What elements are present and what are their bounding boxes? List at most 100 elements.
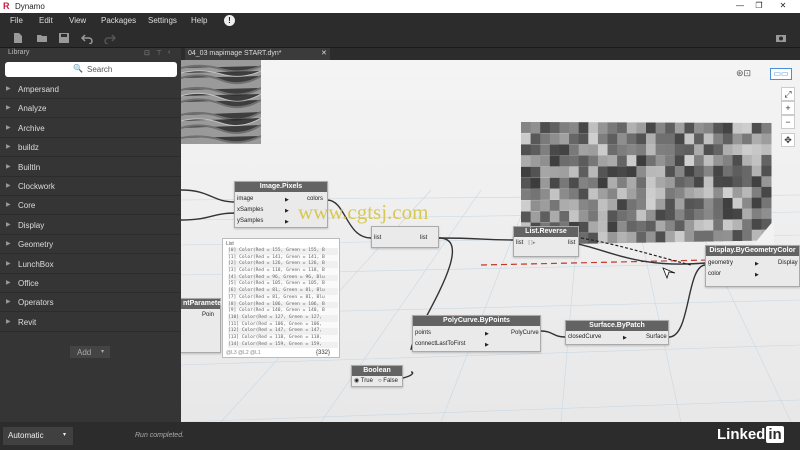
library-item[interactable]: ▶ Geometry bbox=[0, 235, 181, 255]
node-list-flatten[interactable]: list list bbox=[371, 226, 439, 248]
new-file-icon[interactable] bbox=[12, 32, 24, 44]
menu-edit[interactable]: Edit bbox=[39, 16, 53, 25]
caret-right-icon: ▶ bbox=[6, 86, 11, 92]
library-item[interactable]: ▶ Analyze bbox=[0, 99, 181, 119]
node-title: Display.ByGeometryColor bbox=[706, 246, 799, 256]
linkedin-logo: Linked in bbox=[717, 426, 784, 443]
library-filter-icon[interactable]: ⊤ bbox=[156, 49, 162, 57]
input-port-ysamples[interactable]: ySamples bbox=[237, 217, 263, 226]
node-partial-parameter[interactable]: ntParameter Poin bbox=[181, 298, 224, 353]
save-icon[interactable] bbox=[58, 32, 70, 44]
output-port-list[interactable]: list bbox=[420, 234, 427, 243]
output-port-display[interactable]: Display bbox=[778, 259, 798, 268]
library-item[interactable]: ▶ Core bbox=[0, 196, 181, 216]
preview-row: [6] Color(Red = 81, Green = 81, Blu bbox=[228, 288, 338, 295]
library-item[interactable]: ▶ Operators bbox=[0, 293, 181, 313]
output-port-list[interactable]: list bbox=[568, 239, 575, 248]
preview-row: [0] Color(Red = 155, Green = 155, B bbox=[228, 248, 338, 255]
menu-help[interactable]: Help bbox=[191, 16, 207, 25]
input-port-list[interactable]: list bbox=[516, 239, 523, 248]
library-item-label: buildz bbox=[18, 143, 39, 153]
menu-view[interactable]: View bbox=[69, 16, 86, 25]
preview-count: {332} bbox=[316, 350, 331, 356]
input-port-points[interactable]: points bbox=[415, 329, 431, 338]
close-icon[interactable]: ✕ bbox=[776, 1, 790, 12]
output-port-points[interactable]: Poin bbox=[202, 311, 214, 320]
caret-right-icon: ▶ bbox=[6, 124, 11, 131]
node-boolean[interactable]: Boolean ◉ True ○ False bbox=[351, 365, 403, 387]
node-title: Surface.ByPatch bbox=[566, 321, 668, 331]
library-item[interactable]: ▶ LunchBox bbox=[0, 255, 181, 274]
restore-icon[interactable]: ❐ bbox=[752, 1, 766, 12]
library-item[interactable]: ▶ buildz bbox=[0, 138, 181, 158]
library-item[interactable]: ▶ Display bbox=[0, 216, 181, 235]
camera-icon[interactable] bbox=[775, 32, 787, 44]
preview-header: List bbox=[226, 241, 234, 247]
library-item[interactable]: ▶ Office bbox=[0, 274, 181, 293]
notification-icon[interactable]: ! bbox=[224, 15, 235, 26]
input-port-connect-last-to-first[interactable]: connectLastToFirst bbox=[415, 340, 465, 349]
library-collapse-icon[interactable]: ‹ bbox=[168, 49, 170, 56]
output-port-polycurve[interactable]: PolyCurve bbox=[511, 329, 539, 338]
input-port-xsamples[interactable]: xSamples bbox=[237, 206, 263, 215]
library-item[interactable]: ▶ Archive bbox=[0, 119, 181, 138]
library-item[interactable]: ▶ Revit bbox=[0, 313, 181, 332]
node-polycurve-by-points[interactable]: PolyCurve.ByPoints points connectLastToF… bbox=[412, 315, 541, 352]
tab-workspace[interactable]: 04_03 mapimage START.dyn* ✕ bbox=[185, 48, 330, 60]
radio-false[interactable]: ○ False bbox=[378, 377, 398, 386]
node-title: Image.Pixels bbox=[235, 182, 327, 192]
library-layout-icon[interactable]: ⊡ bbox=[144, 49, 150, 57]
pan-icon[interactable]: ✥ bbox=[781, 133, 795, 147]
watermark: www.cgtsj.com bbox=[298, 200, 429, 224]
node-list-reverse[interactable]: List.Reverse list ⟦⟧▸ list bbox=[513, 226, 579, 257]
add-button[interactable]: Add ▾ bbox=[70, 346, 110, 358]
view-toggle-geometry-icon[interactable]: ⊛⊡ bbox=[736, 68, 763, 80]
library-item[interactable]: ▶ Ampersand bbox=[0, 80, 181, 99]
input-port-closed-curve[interactable]: closedCurve bbox=[568, 333, 601, 342]
zoom-out-icon[interactable]: − bbox=[781, 115, 795, 129]
tab-label: 04_03 mapimage START.dyn* bbox=[188, 50, 282, 57]
preview-rows: [0] Color(Red = 155, Green = 155, B [1] C… bbox=[228, 248, 338, 349]
library-item[interactable]: ▶ BuiltIn bbox=[0, 158, 181, 177]
run-mode-dropdown[interactable]: Automatic ▾ bbox=[3, 427, 73, 445]
workspace-canvas[interactable]: Image.Pixels image xSamples ySamples ▶ ▶… bbox=[181, 60, 800, 422]
data-preview-bubble: List [0] Color(Red = 155, Green = 155, B… bbox=[222, 238, 340, 358]
library-item-label: BuiltIn bbox=[18, 162, 41, 172]
menu-settings[interactable]: Settings bbox=[148, 16, 177, 25]
menu-packages[interactable]: Packages bbox=[101, 16, 136, 25]
undo-icon[interactable] bbox=[81, 32, 93, 44]
input-port-color[interactable]: color bbox=[708, 270, 721, 279]
chevron-down-icon: ▾ bbox=[63, 432, 67, 438]
view-toggle-graph-icon[interactable]: ▭▭ bbox=[770, 68, 792, 80]
input-port-image[interactable]: image bbox=[237, 195, 253, 204]
lacing-icon[interactable]: ⟦⟧▸ bbox=[528, 239, 535, 248]
open-folder-icon[interactable] bbox=[36, 32, 48, 44]
zoom-in-icon[interactable]: + bbox=[781, 101, 795, 115]
caret-right-icon: ▶ bbox=[6, 221, 11, 228]
caret-right-icon: ▶ bbox=[6, 299, 11, 306]
library-item-label: Ampersand bbox=[18, 85, 59, 94]
caret-right-icon: ▶ bbox=[6, 144, 11, 151]
radio-true[interactable]: ◉ True bbox=[354, 377, 373, 386]
tab-close-icon[interactable]: ✕ bbox=[321, 49, 327, 57]
preview-row: [3] Color(Red = 118, Green = 118, B bbox=[228, 268, 338, 275]
node-display-by-geometry-color[interactable]: Display.ByGeometryColor geometry color ▶… bbox=[705, 245, 800, 287]
node-surface-by-patch[interactable]: Surface.ByPatch closedCurve ▶ Surface bbox=[565, 320, 669, 345]
port-arrow-icon: ▶ bbox=[623, 335, 627, 341]
library-item-label: Analyze bbox=[18, 104, 47, 114]
menu-file[interactable]: File bbox=[10, 16, 23, 25]
caret-right-icon: ▶ bbox=[6, 202, 11, 209]
library-title: Library bbox=[8, 49, 30, 56]
minimize-icon[interactable]: — bbox=[733, 1, 747, 12]
library-item[interactable]: ▶ Clockwork bbox=[0, 177, 181, 196]
output-port-surface[interactable]: Surface bbox=[646, 333, 667, 342]
preview-row: [14] Color(Red = 159, Green = 159, bbox=[228, 341, 338, 349]
library-search-input[interactable]: 🔍 Search bbox=[5, 62, 177, 77]
redo-icon[interactable] bbox=[104, 32, 116, 44]
caret-right-icon: ▶ bbox=[6, 163, 11, 170]
zoom-fit-icon[interactable]: ⤢ bbox=[781, 87, 795, 101]
port-arrow-icon: ▶ bbox=[485, 342, 489, 348]
input-port-geometry[interactable]: geometry bbox=[708, 259, 733, 268]
input-port-list[interactable]: list bbox=[374, 234, 381, 243]
port-arrow-icon: ▶ bbox=[755, 272, 759, 278]
